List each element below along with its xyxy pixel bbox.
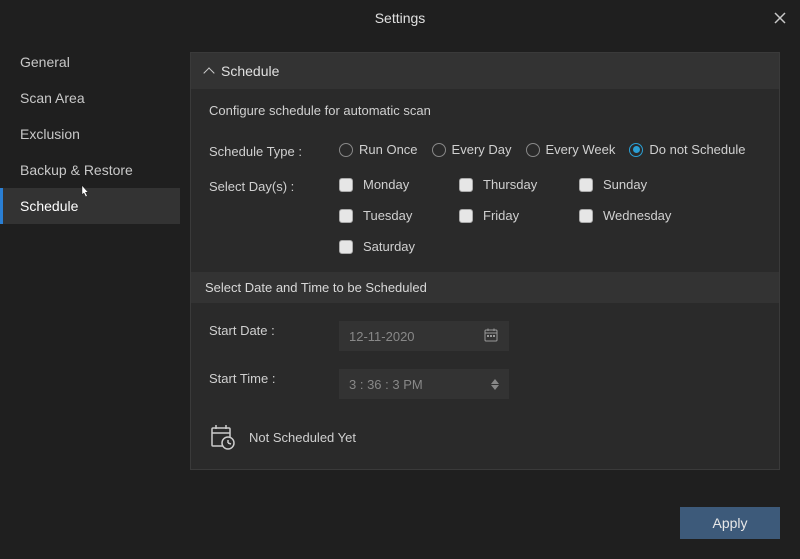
start-time-value: 3 : 36 : 3 PM xyxy=(349,377,423,392)
check-label: Thursday xyxy=(483,177,537,192)
checkbox-icon xyxy=(579,178,593,192)
start-date-label: Start Date : xyxy=(209,321,339,338)
radio-icon xyxy=(629,143,643,157)
time-spinner xyxy=(491,379,499,390)
footer: Apply xyxy=(190,493,780,559)
days-grid: Monday Thursday Sunday Tuesday Friday We… xyxy=(339,177,699,254)
panel-title: Schedule xyxy=(221,63,279,79)
radio-icon xyxy=(526,143,540,157)
check-label: Monday xyxy=(363,177,409,192)
start-date-input[interactable]: 12-11-2020 xyxy=(339,321,509,351)
start-time-input[interactable]: 3 : 36 : 3 PM xyxy=(339,369,509,399)
panel-subtitle: Configure schedule for automatic scan xyxy=(209,103,761,118)
checkbox-icon xyxy=(339,209,353,223)
panel-header[interactable]: Schedule xyxy=(191,53,779,89)
sidebar-item-exclusion[interactable]: Exclusion xyxy=(0,116,180,152)
radio-icon xyxy=(339,143,353,157)
schedule-type-group: Run Once Every Day Every Week Do not Sch… xyxy=(339,142,745,157)
checkbox-icon xyxy=(339,178,353,192)
spinner-down-icon[interactable] xyxy=(491,385,499,390)
spinner-up-icon[interactable] xyxy=(491,379,499,384)
status-text: Not Scheduled Yet xyxy=(249,430,356,445)
radio-label: Do not Schedule xyxy=(649,142,745,157)
select-days-row: Select Day(s) : Monday Thursday Sunday T… xyxy=(209,177,761,254)
sidebar-item-label: Scan Area xyxy=(20,90,85,106)
check-friday[interactable]: Friday xyxy=(459,208,579,223)
start-time-row: Start Time : 3 : 36 : 3 PM xyxy=(209,369,761,399)
check-thursday[interactable]: Thursday xyxy=(459,177,579,192)
start-date-value: 12-11-2020 xyxy=(349,329,415,344)
apply-button[interactable]: Apply xyxy=(680,507,780,539)
check-label: Tuesday xyxy=(363,208,412,223)
sidebar-item-label: Backup & Restore xyxy=(20,162,133,178)
sidebar-item-schedule[interactable]: Schedule xyxy=(0,188,180,224)
close-icon xyxy=(774,12,786,24)
check-label: Wednesday xyxy=(603,208,671,223)
sidebar-item-general[interactable]: General xyxy=(0,44,180,80)
check-tuesday[interactable]: Tuesday xyxy=(339,208,459,223)
radio-every-day[interactable]: Every Day xyxy=(432,142,512,157)
calendar-icon[interactable] xyxy=(483,327,499,346)
chevron-up-icon xyxy=(203,67,214,78)
datetime-section-header: Select Date and Time to be Scheduled xyxy=(191,272,779,303)
check-wednesday[interactable]: Wednesday xyxy=(579,208,699,223)
calendar-icon-svg xyxy=(483,327,499,343)
schedule-type-row: Schedule Type : Run Once Every Day Every… xyxy=(209,142,761,159)
checkbox-icon xyxy=(579,209,593,223)
schedule-status-icon xyxy=(209,423,237,451)
schedule-panel: Schedule Configure schedule for automati… xyxy=(190,52,780,470)
status-row: Not Scheduled Yet xyxy=(209,423,761,451)
checkbox-icon xyxy=(459,209,473,223)
check-label: Friday xyxy=(483,208,519,223)
check-monday[interactable]: Monday xyxy=(339,177,459,192)
sidebar-item-backup-restore[interactable]: Backup & Restore xyxy=(0,152,180,188)
settings-window: Settings General Scan Area Exclusion Bac… xyxy=(0,0,800,559)
radio-run-once[interactable]: Run Once xyxy=(339,142,418,157)
start-date-row: Start Date : 12-11-2020 xyxy=(209,321,761,351)
sidebar-item-label: Exclusion xyxy=(20,126,80,142)
radio-do-not-schedule[interactable]: Do not Schedule xyxy=(629,142,745,157)
radio-label: Every Week xyxy=(546,142,616,157)
sidebar-item-label: Schedule xyxy=(20,198,78,214)
window-title: Settings xyxy=(375,10,426,26)
checkbox-icon xyxy=(459,178,473,192)
start-time-label: Start Time : xyxy=(209,369,339,386)
checkbox-icon xyxy=(339,240,353,254)
sidebar-item-scan-area[interactable]: Scan Area xyxy=(0,80,180,116)
check-label: Saturday xyxy=(363,239,415,254)
radio-label: Every Day xyxy=(452,142,512,157)
schedule-type-label: Schedule Type : xyxy=(209,142,339,159)
sidebar-item-label: General xyxy=(20,54,70,70)
radio-every-week[interactable]: Every Week xyxy=(526,142,616,157)
panel-body: Configure schedule for automatic scan Sc… xyxy=(191,89,779,469)
radio-label: Run Once xyxy=(359,142,418,157)
sidebar: General Scan Area Exclusion Backup & Res… xyxy=(0,36,180,559)
titlebar: Settings xyxy=(0,0,800,36)
check-sunday[interactable]: Sunday xyxy=(579,177,699,192)
main-area: Schedule Configure schedule for automati… xyxy=(180,36,800,559)
select-days-label: Select Day(s) : xyxy=(209,177,339,194)
window-body: General Scan Area Exclusion Backup & Res… xyxy=(0,36,800,559)
check-saturday[interactable]: Saturday xyxy=(339,239,459,254)
radio-icon xyxy=(432,143,446,157)
close-button[interactable] xyxy=(768,6,792,30)
check-label: Sunday xyxy=(603,177,647,192)
